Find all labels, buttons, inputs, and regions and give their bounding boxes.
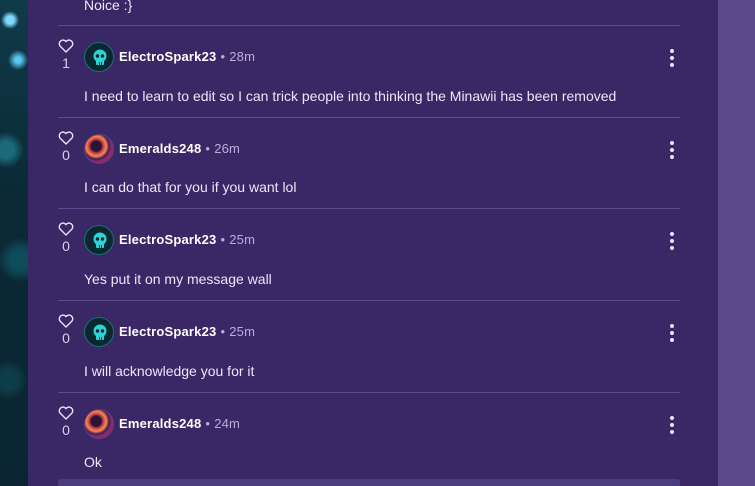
comment-text: Yes put it on my message wall — [84, 271, 272, 287]
author-name[interactable]: Emeralds248 — [119, 416, 201, 431]
more-options-icon[interactable] — [667, 416, 677, 434]
comment-item: 0 Emeralds248 • 26m I can do that for you … — [0, 117, 718, 209]
separator-dot: • — [220, 49, 226, 64]
like-count: 0 — [62, 238, 70, 254]
comment-item: 0 ElectroSpark23 • 25m I will acknowledge … — [0, 300, 718, 392]
like-count: 0 — [62, 147, 70, 163]
comment-text: I need to learn to edit so I can trick p… — [84, 88, 617, 104]
comment-author[interactable]: ElectroSpark23 • 28m — [119, 49, 255, 64]
skull-avatar[interactable] — [84, 42, 114, 72]
comment-time: 24m — [214, 416, 241, 431]
swirl-avatar[interactable] — [84, 409, 114, 439]
like-button[interactable]: 1 — [57, 39, 75, 71]
heart-outline-icon — [58, 131, 74, 145]
like-button[interactable]: 0 — [57, 314, 75, 346]
reply-input[interactable] — [58, 479, 680, 486]
separator-dot: • — [205, 416, 211, 431]
more-options-icon[interactable] — [667, 49, 677, 67]
like-button[interactable]: 0 — [57, 131, 75, 163]
separator-dot: • — [205, 141, 211, 156]
skull-avatar[interactable] — [84, 225, 114, 255]
right-rail — [718, 0, 755, 486]
comment-item: 0 ElectroSpark23 • 25m Yes put it on my me… — [0, 208, 718, 300]
heart-outline-icon — [58, 222, 74, 236]
comment-text: I can do that for you if you want lol — [84, 179, 297, 195]
comment-text: Ok — [84, 454, 102, 470]
comment-time: 25m — [229, 324, 256, 339]
like-button[interactable]: 0 — [57, 222, 75, 254]
like-count: 1 — [62, 55, 70, 71]
comment-text: I will acknowledge you for it — [84, 363, 255, 379]
comment-item: 1 ElectroSpark23 • 28m I need to learn to … — [0, 25, 718, 117]
swirl-avatar[interactable] — [84, 134, 114, 164]
like-count: 0 — [62, 330, 70, 346]
comment-time: 28m — [229, 49, 256, 64]
heart-outline-icon — [58, 39, 74, 53]
comment-author[interactable]: Emeralds248 • 24m — [119, 416, 240, 431]
heart-outline-icon — [58, 406, 74, 420]
comment-author[interactable]: ElectroSpark23 • 25m — [119, 324, 255, 339]
author-name[interactable]: Emeralds248 — [119, 141, 201, 156]
author-name[interactable]: ElectroSpark23 — [119, 232, 216, 247]
like-button[interactable]: 0 — [57, 406, 75, 438]
comment-author[interactable]: Emeralds248 • 26m — [119, 141, 240, 156]
comment-item: 0 Emeralds248 • 24m Ok — [0, 392, 718, 484]
author-name[interactable]: ElectroSpark23 — [119, 324, 216, 339]
skull-avatar[interactable] — [84, 317, 114, 347]
heart-outline-icon — [58, 314, 74, 328]
more-options-icon[interactable] — [667, 324, 677, 342]
like-count: 0 — [62, 422, 70, 438]
separator-dot: • — [220, 232, 226, 247]
more-options-icon[interactable] — [667, 141, 677, 159]
separator-dot: • — [220, 324, 226, 339]
comment-author[interactable]: ElectroSpark23 • 25m — [119, 232, 255, 247]
author-name[interactable]: ElectroSpark23 — [119, 49, 216, 64]
previous-comment-text: Noice :} — [84, 0, 133, 13]
comment-time: 26m — [214, 141, 241, 156]
more-options-icon[interactable] — [667, 232, 677, 250]
comment-time: 25m — [229, 232, 256, 247]
